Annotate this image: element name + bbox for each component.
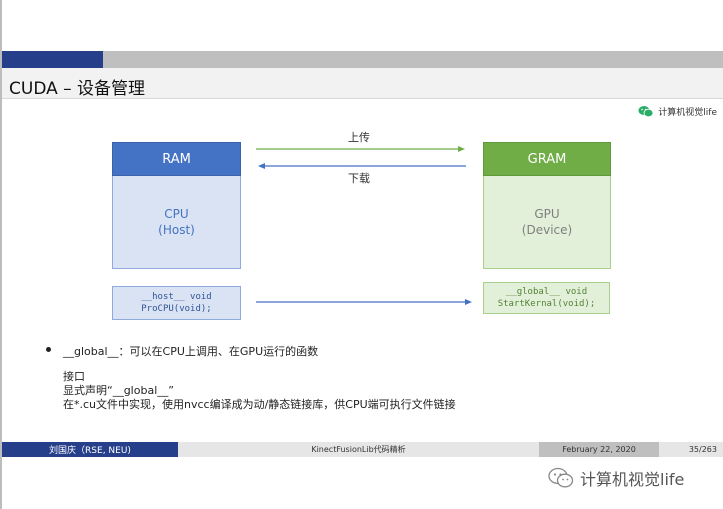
bullet-subline: 在*.cu文件中实现，使用nvcc编译成为动/静态链接库，供CPU端可执行文件链… (63, 398, 456, 411)
footer-title-text: KinectFusionLib代码精析 (311, 445, 406, 454)
wechat-icon (548, 467, 574, 488)
global-code-box: __global__ void StartKernal(void); (483, 282, 610, 314)
download-arrow (258, 163, 466, 169)
global-code-line1: __global__ void (505, 287, 588, 297)
host-code-box: __host__ void ProCPU(void); (112, 286, 241, 320)
footer-date: February 22, 2020 (539, 442, 659, 457)
upload-label: 上传 (348, 131, 370, 144)
footer-page-number: 35/263 (659, 442, 723, 457)
watermark: 计算机视觉life (548, 466, 684, 490)
host-code-line1: __host__ void (141, 292, 212, 302)
upload-arrow (256, 146, 465, 152)
bullet-dot (46, 347, 51, 352)
footer-title: KinectFusionLib代码精析 (178, 442, 539, 457)
host-code-line2: ProCPU(void); (141, 304, 212, 314)
global-code-line2: StartKernal(void); (497, 299, 596, 309)
arrows-diagram (256, 146, 472, 305)
bullet-text: __global__：可以在CPU上调用、在GPU运行的函数 (63, 345, 319, 358)
footer-page-text: 35/263 (688, 445, 717, 454)
bullet-subline: 显式声明“__global__” (63, 384, 174, 397)
footer-author: 刘国庆（RSE, NEU) (2, 442, 178, 457)
footer-author-text: 刘国庆（RSE, NEU) (49, 446, 131, 456)
bullet-subline: 接口 (63, 370, 85, 383)
footer-date-text: February 22, 2020 (562, 445, 636, 454)
download-label: 下载 (348, 172, 370, 185)
watermark-text: 计算机视觉life (580, 470, 685, 489)
call-arrow (256, 299, 472, 305)
